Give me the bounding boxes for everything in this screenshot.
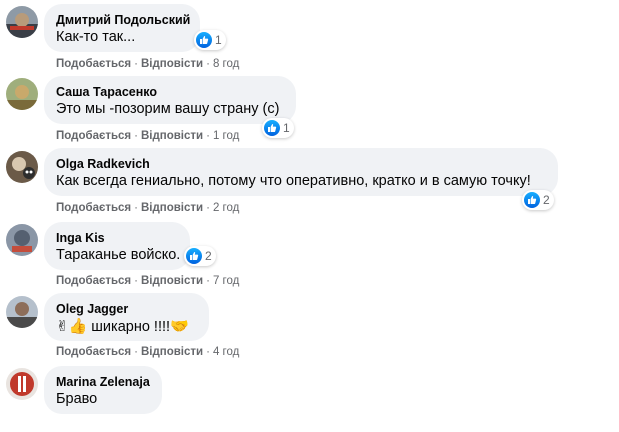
comment-timestamp[interactable]: 4 год — [213, 346, 239, 358]
avatar[interactable] — [6, 368, 38, 400]
comment-text: Это мы -позорим вашу страну (с) — [56, 101, 280, 117]
avatar[interactable] — [6, 78, 38, 110]
comment-bubble: Olga Radkevich Как всегда гениально, пот… — [44, 148, 558, 196]
reply-action[interactable]: Відповісти — [141, 202, 203, 214]
like-icon — [196, 32, 212, 48]
reply-action[interactable]: Відповісти — [141, 346, 203, 358]
comment-text: Как всегда гениально, потому что операти… — [56, 173, 531, 189]
like-action[interactable]: Подобається — [56, 346, 131, 358]
victory-hand-emoji: ✌ — [56, 318, 69, 335]
comment-author[interactable]: Саша Тарасенко — [56, 84, 284, 100]
reply-action[interactable]: Відповісти — [141, 275, 203, 287]
comment-actions: Подобається · Відповісти · 2 год — [56, 201, 239, 215]
comment-text: Как-то так... — [56, 29, 136, 45]
reaction-count-badge[interactable]: 2 — [184, 246, 216, 266]
separator-dot: · — [206, 346, 210, 358]
thumbs-up-emoji: 👍 — [68, 318, 88, 335]
comment-bubble: Marina Zelenaja Браво — [44, 366, 162, 414]
comment-actions: Подобається · Відповісти · 8 год — [56, 57, 239, 71]
reaction-count-badge[interactable]: 2 — [522, 190, 554, 210]
comment-author[interactable]: Olga Radkevich — [56, 156, 546, 172]
comment-bubble: Дмитрий Подольский Как-то так... — [44, 4, 200, 52]
reaction-count: 1 — [215, 33, 222, 47]
comment-bubble: Oleg Jagger ✌👍 шикарно !!!!🤝 — [44, 293, 209, 341]
comment-text: Тараканье войско. — [56, 247, 181, 263]
avatar[interactable] — [6, 224, 38, 256]
comment-timestamp[interactable]: 8 год — [213, 58, 239, 70]
avatar[interactable] — [6, 151, 38, 183]
separator-dot: · — [134, 346, 138, 358]
comment-actions: Подобається · Відповісти · 7 год — [56, 274, 239, 288]
like-action[interactable]: Подобається — [56, 275, 131, 287]
comment-bubble: Саша Тарасенко Это мы -позорим вашу стра… — [44, 76, 296, 124]
comment-5: Oleg Jagger ✌👍 шикарно !!!!🤝 Подобається… — [0, 290, 619, 360]
reaction-count-badge[interactable]: 1 — [262, 118, 294, 138]
like-action[interactable]: Подобається — [56, 58, 131, 70]
comment-6: Marina Zelenaja Браво — [0, 362, 619, 432]
separator-dot: · — [134, 202, 138, 214]
separator-dot: · — [134, 58, 138, 70]
like-action[interactable]: Подобається — [56, 202, 131, 214]
reaction-count: 2 — [205, 249, 212, 263]
comment-bubble: Inga Kis Тараканье войско. — [44, 222, 190, 270]
reply-action[interactable]: Відповісти — [141, 58, 203, 70]
comment-author[interactable]: Oleg Jagger — [56, 301, 197, 317]
separator-dot: · — [134, 275, 138, 287]
reaction-count: 2 — [543, 193, 550, 207]
comment-text-content: шикарно !!!! — [91, 319, 171, 335]
comment-text: ✌👍 шикарно !!!!🤝 — [56, 317, 197, 337]
reaction-count-badge[interactable]: 1 — [194, 30, 226, 50]
comment-author[interactable]: Marina Zelenaja — [56, 374, 150, 390]
avatar[interactable] — [6, 296, 38, 328]
reaction-count: 1 — [283, 121, 290, 135]
comment-actions: Подобається · Відповісти · 4 год — [56, 345, 239, 359]
comment-author[interactable]: Дмитрий Подольский — [56, 12, 190, 28]
like-icon — [264, 120, 280, 136]
comment-1: Дмитрий Подольский Как-то так... 1 Подоб… — [0, 0, 619, 70]
separator-dot: · — [206, 202, 210, 214]
like-action[interactable]: Подобається — [56, 130, 131, 142]
like-icon — [186, 248, 202, 264]
separator-dot: · — [206, 130, 210, 142]
comment-actions: Подобається · Відповісти · 1 год — [56, 129, 239, 143]
reply-action[interactable]: Відповісти — [141, 130, 203, 142]
comment-timestamp[interactable]: 1 год — [213, 130, 239, 142]
comment-3: Olga Radkevich Как всегда гениально, пот… — [0, 145, 619, 215]
comment-2: Саша Тарасенко Это мы -позорим вашу стра… — [0, 72, 619, 142]
comment-4: Inga Kis Тараканье войско. 2 Подобається… — [0, 218, 619, 288]
handshake-emoji: 🤝 — [170, 318, 189, 335]
separator-dot: · — [206, 58, 210, 70]
comment-timestamp[interactable]: 2 год — [213, 202, 239, 214]
comment-author[interactable]: Inga Kis — [56, 230, 178, 246]
comment-text: Браво — [56, 391, 98, 407]
avatar[interactable] — [6, 6, 38, 38]
separator-dot: · — [206, 275, 210, 287]
like-icon — [524, 192, 540, 208]
comment-timestamp[interactable]: 7 год — [213, 275, 239, 287]
separator-dot: · — [134, 130, 138, 142]
